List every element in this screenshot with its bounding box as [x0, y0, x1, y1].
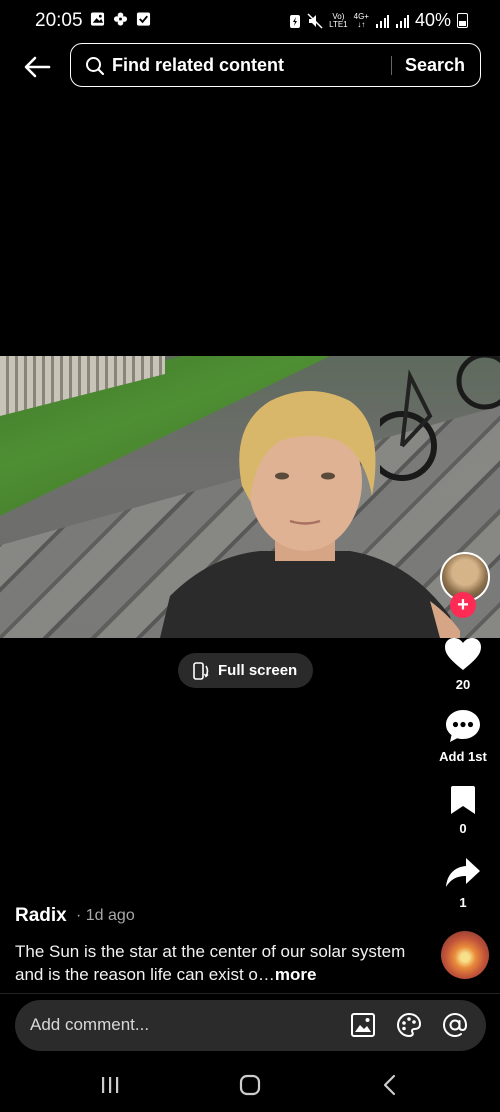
- network-indicator: 4G+ ↓↑: [353, 11, 369, 29]
- username[interactable]: Radix: [15, 905, 67, 927]
- volte-indicator: Vo) LTE1: [329, 11, 348, 29]
- rotate-phone-icon: [193, 661, 209, 680]
- recent-apps-icon[interactable]: [95, 1070, 125, 1100]
- battery-saver-icon: [290, 14, 301, 28]
- separator: [0, 993, 500, 994]
- battery-icon: [457, 13, 468, 28]
- bookmark-icon: [451, 786, 475, 814]
- video-person: [160, 391, 460, 638]
- gallery-icon: [90, 12, 105, 26]
- more-link[interactable]: more: [275, 965, 317, 984]
- battery-percent: 40%: [414, 10, 451, 30]
- follow-button[interactable]: +: [450, 592, 476, 618]
- share-button[interactable]: 1: [435, 857, 491, 910]
- mention-icon[interactable]: [442, 1012, 468, 1038]
- status-time: 20:05: [35, 10, 83, 31]
- comment-input[interactable]: Add comment...: [30, 1015, 149, 1035]
- caption-text: The Sun is the star at the center of our…: [15, 942, 406, 984]
- search-divider: [391, 56, 392, 75]
- search-input[interactable]: Find related content: [112, 55, 284, 76]
- fullscreen-button[interactable]: Full screen: [178, 653, 313, 688]
- save-button[interactable]: 0: [435, 785, 491, 836]
- comment-count: Add 1st: [439, 749, 487, 764]
- home-icon[interactable]: [235, 1070, 265, 1100]
- signal-icon-2: [395, 14, 409, 28]
- signal-icon: [375, 14, 389, 28]
- notification-icons: [90, 11, 151, 27]
- back-arrow-icon[interactable]: [22, 52, 52, 82]
- comment-button[interactable]: Add 1st: [435, 709, 491, 764]
- comment-bubble-icon: [446, 710, 480, 742]
- status-bar: 20:05 Vo) LTE1 4G+ ↓↑ 40%: [0, 0, 500, 40]
- share-arrow-icon: [446, 858, 480, 887]
- system-icons: Vo) LTE1 4G+ ↓↑ 40%: [289, 10, 468, 31]
- fullscreen-label: Full screen: [218, 662, 298, 679]
- search-box[interactable]: Find related content Search: [70, 43, 481, 87]
- save-count: 0: [459, 821, 467, 836]
- post-caption[interactable]: The Sun is the star at the center of our…: [15, 940, 425, 986]
- comment-bar[interactable]: Add comment...: [15, 1000, 486, 1051]
- check-box-icon: [136, 12, 151, 26]
- like-button[interactable]: 20: [435, 637, 491, 692]
- post-time: · 1d ago: [76, 907, 135, 924]
- sound-avatar[interactable]: [441, 931, 489, 979]
- search-button[interactable]: Search: [405, 55, 465, 76]
- like-count: 20: [455, 677, 471, 692]
- share-count: 1: [459, 895, 467, 910]
- emoji-palette-icon[interactable]: [396, 1012, 422, 1038]
- pinwheel-icon: [113, 12, 128, 26]
- mute-icon: [307, 12, 323, 29]
- video-player[interactable]: [0, 356, 500, 638]
- heart-icon: [445, 638, 481, 670]
- android-nav-bar: [0, 1060, 500, 1112]
- back-icon[interactable]: [375, 1070, 405, 1100]
- image-icon[interactable]: [350, 1012, 376, 1038]
- search-icon: [86, 57, 105, 76]
